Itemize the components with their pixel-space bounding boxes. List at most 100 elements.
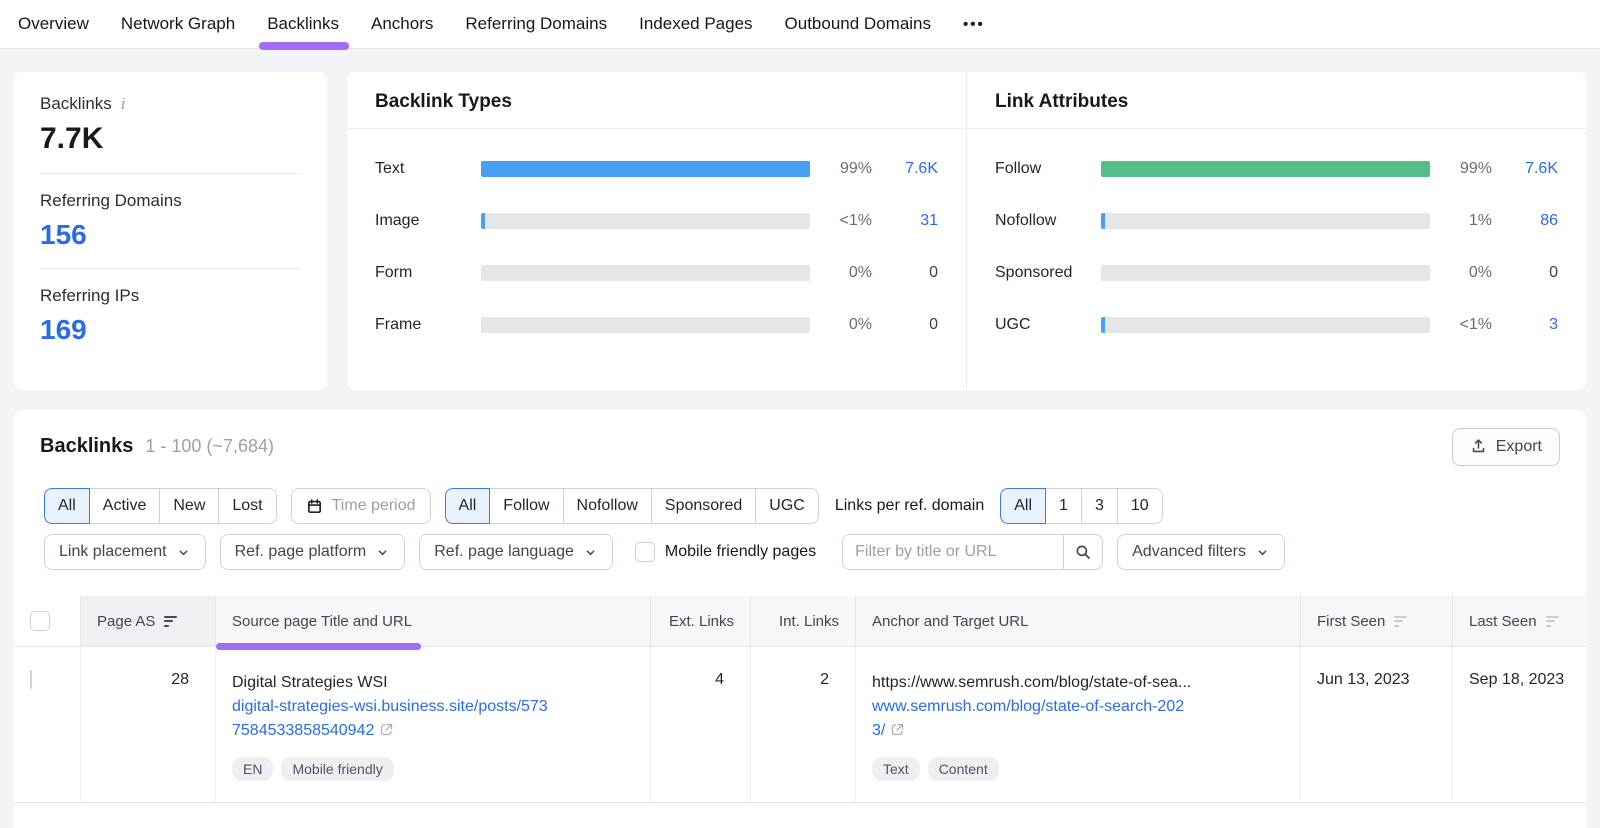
mobile-friendly-filter: Mobile friendly pages bbox=[635, 542, 816, 562]
source-column-highlight bbox=[216, 643, 421, 650]
status-filter-lost[interactable]: Lost bbox=[218, 488, 276, 524]
ref-page-platform-label: Ref. page platform bbox=[235, 543, 367, 561]
link-attributes-panel: Link Attributes Follow 99% 7.6K Nofollow… bbox=[966, 72, 1586, 390]
row-checkbox[interactable] bbox=[30, 670, 32, 689]
sort-icon bbox=[1546, 616, 1559, 627]
cell-last-seen: Sep 18, 2023 bbox=[1452, 647, 1586, 802]
tab-outbound-domains[interactable]: Outbound Domains bbox=[785, 14, 931, 34]
next-row-partial bbox=[14, 803, 1586, 819]
bar-count-link[interactable]: 7.6K bbox=[882, 160, 938, 178]
follow-filter-all[interactable]: All bbox=[445, 488, 491, 524]
bar-label: Frame bbox=[375, 316, 471, 334]
external-link-icon[interactable] bbox=[379, 721, 394, 745]
bar-count-link[interactable]: 31 bbox=[882, 212, 938, 230]
title-url-search-input[interactable] bbox=[842, 534, 1064, 570]
backlinks-section-title: Backlinks bbox=[40, 435, 133, 458]
header-source-page: Source page Title and URL bbox=[215, 596, 650, 646]
header-anchor-target-label: Anchor and Target URL bbox=[872, 613, 1028, 630]
status-filter-new[interactable]: New bbox=[159, 488, 219, 524]
mobile-friendly-checkbox[interactable] bbox=[635, 542, 655, 562]
backlinks-table-card: Backlinks 1 - 100 (~7,684) Export All Ac… bbox=[14, 410, 1586, 828]
header-last-seen-label: Last Seen bbox=[1469, 613, 1537, 630]
tab-overview[interactable]: Overview bbox=[18, 14, 89, 34]
backlink-types-panel: Backlink Types Text 99% 7.6K Image <1% 3… bbox=[347, 72, 966, 390]
tab-backlinks[interactable]: Backlinks bbox=[267, 14, 339, 34]
result-range: 1 - 100 (~7,684) bbox=[145, 436, 274, 457]
bar-percent: 99% bbox=[820, 160, 872, 178]
target-url-line2: 3/ bbox=[872, 722, 885, 739]
bar-label: Form bbox=[375, 264, 471, 282]
bar-row-text: Text 99% 7.6K bbox=[375, 143, 938, 195]
backlink-types-header: Backlink Types bbox=[347, 72, 966, 129]
bar-track bbox=[1101, 161, 1430, 177]
links-per-domain-3[interactable]: 3 bbox=[1081, 488, 1118, 524]
select-all-checkbox[interactable] bbox=[30, 611, 50, 631]
bar-count-link[interactable]: 3 bbox=[1502, 316, 1558, 334]
link-attributes-header: Link Attributes bbox=[967, 72, 1586, 129]
header-first-seen-label: First Seen bbox=[1317, 613, 1385, 630]
bar-fill bbox=[481, 161, 810, 177]
bar-fill bbox=[481, 213, 485, 229]
info-icon[interactable]: i bbox=[121, 95, 126, 113]
link-placement-label: Link placement bbox=[59, 543, 167, 561]
summary-card: Backlinks i 7.7K Referring Domains 156 R… bbox=[14, 72, 327, 390]
bar-track bbox=[1101, 265, 1430, 281]
follow-filter-sponsored[interactable]: Sponsored bbox=[651, 488, 756, 524]
bar-count-value: 0 bbox=[882, 316, 938, 334]
status-filter-all[interactable]: All bbox=[44, 488, 90, 524]
links-per-domain-1[interactable]: 1 bbox=[1045, 488, 1082, 524]
follow-filter-follow[interactable]: Follow bbox=[489, 488, 563, 524]
tab-backlinks-label: Backlinks bbox=[267, 14, 339, 33]
ref-page-language-dropdown[interactable]: Ref. page language bbox=[419, 534, 613, 570]
source-page-title: Digital Strategies WSI bbox=[232, 671, 634, 695]
tab-indexed-pages[interactable]: Indexed Pages bbox=[639, 14, 752, 34]
link-attributes-title: Link Attributes bbox=[995, 91, 1128, 112]
target-url-line1: www.semrush.com/blog/state-of-search-202 bbox=[872, 698, 1184, 715]
link-placement-dropdown[interactable]: Link placement bbox=[44, 534, 206, 570]
header-int-links: Int. Links bbox=[750, 596, 855, 646]
status-filter-active[interactable]: Active bbox=[89, 488, 161, 524]
bar-row-sponsored: Sponsored 0% 0 bbox=[995, 247, 1558, 299]
search-button[interactable] bbox=[1063, 534, 1103, 570]
tab-network-graph[interactable]: Network Graph bbox=[121, 14, 235, 34]
referring-ips-value[interactable]: 169 bbox=[40, 314, 301, 346]
header-page-as[interactable]: Page AS bbox=[80, 596, 215, 646]
bar-label: Sponsored bbox=[995, 264, 1091, 282]
bar-count-link[interactable]: 7.6K bbox=[1502, 160, 1558, 178]
mobile-friendly-label: Mobile friendly pages bbox=[665, 543, 816, 561]
advanced-filters-dropdown[interactable]: Advanced filters bbox=[1117, 534, 1285, 570]
cell-anchor-target: https://www.semrush.com/blog/state-of-se… bbox=[855, 647, 1300, 802]
header-ext-links-label: Ext. Links bbox=[669, 613, 734, 630]
target-url-link[interactable]: www.semrush.com/blog/state-of-search-202… bbox=[872, 698, 1184, 739]
tab-anchors[interactable]: Anchors bbox=[371, 14, 433, 34]
referring-domains-label: Referring Domains bbox=[40, 191, 301, 211]
bar-percent: 0% bbox=[1440, 264, 1492, 282]
bar-track bbox=[1101, 317, 1430, 333]
time-period-button[interactable]: Time period bbox=[291, 488, 431, 524]
bar-track bbox=[481, 317, 810, 333]
export-button[interactable]: Export bbox=[1452, 428, 1560, 466]
placement-badge: Content bbox=[928, 757, 999, 781]
links-per-domain-label: Links per ref. domain bbox=[835, 497, 984, 515]
header-last-seen[interactable]: Last Seen bbox=[1452, 596, 1586, 646]
links-per-domain-10[interactable]: 10 bbox=[1117, 488, 1163, 524]
bar-fill bbox=[1101, 317, 1105, 333]
tab-referring-domains[interactable]: Referring Domains bbox=[465, 14, 607, 34]
ref-page-platform-dropdown[interactable]: Ref. page platform bbox=[220, 534, 406, 570]
divider bbox=[40, 268, 301, 269]
bar-percent: <1% bbox=[1440, 316, 1492, 334]
referring-domains-value[interactable]: 156 bbox=[40, 219, 301, 251]
bar-row-image: Image <1% 31 bbox=[375, 195, 938, 247]
title-url-filter bbox=[842, 534, 1103, 570]
external-link-icon[interactable] bbox=[890, 721, 905, 745]
header-first-seen[interactable]: First Seen bbox=[1300, 596, 1452, 646]
bar-count-link[interactable]: 86 bbox=[1502, 212, 1558, 230]
follow-filter-nofollow[interactable]: Nofollow bbox=[563, 488, 652, 524]
table-row: 28 Digital Strategies WSI digital-strate… bbox=[14, 647, 1586, 803]
links-per-domain-all[interactable]: All bbox=[1000, 488, 1046, 524]
follow-filter-ugc[interactable]: UGC bbox=[755, 488, 819, 524]
bar-label: Nofollow bbox=[995, 212, 1091, 230]
anchor-text: https://www.semrush.com/blog/state-of-se… bbox=[872, 671, 1284, 695]
more-tabs-ellipsis-icon[interactable]: ••• bbox=[963, 16, 985, 33]
bar-track bbox=[481, 161, 810, 177]
